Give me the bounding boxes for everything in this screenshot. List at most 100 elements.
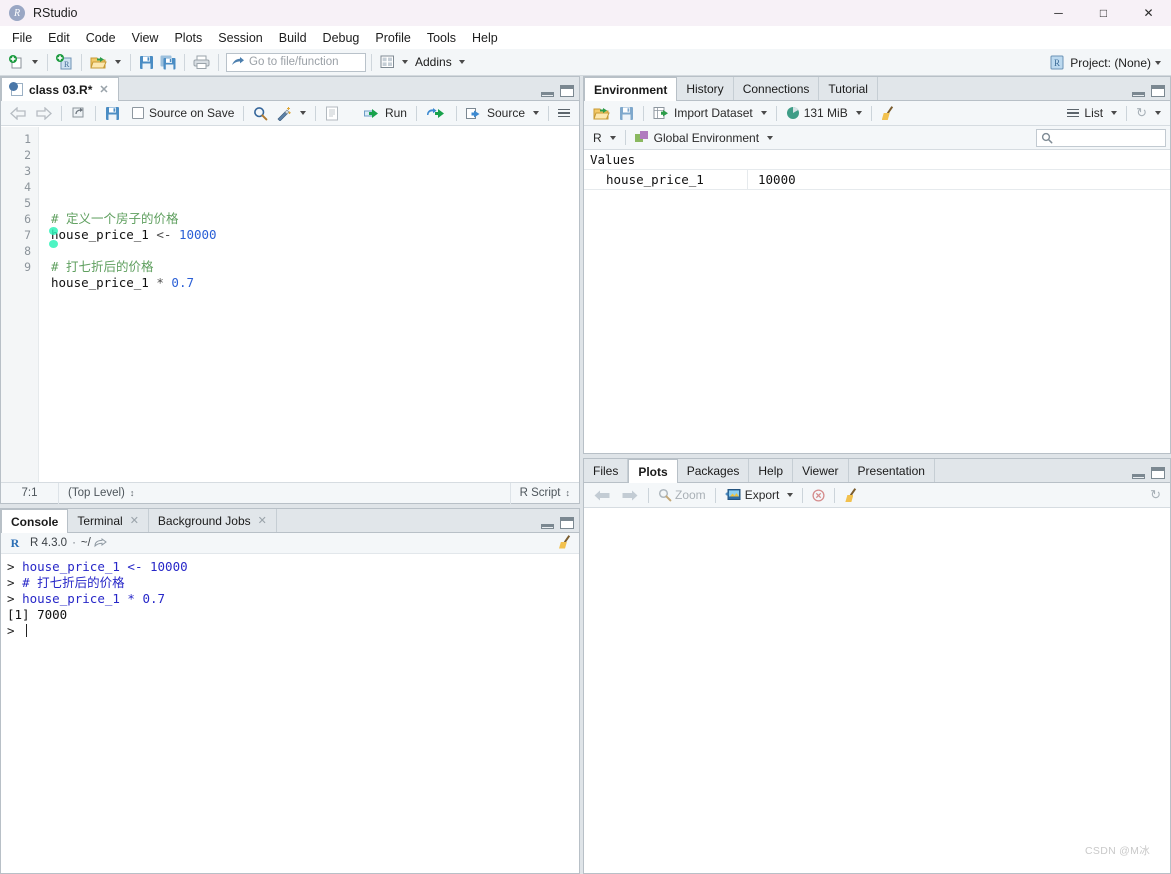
- code-tools-dropdown-caret[interactable]: [300, 111, 307, 115]
- source-back-button[interactable]: [6, 103, 31, 123]
- save-button[interactable]: [136, 52, 157, 73]
- memory-usage-button[interactable]: 131 MiB: [782, 103, 852, 123]
- new-file-dropdown-caret[interactable]: [32, 60, 38, 64]
- memory-dropdown-caret[interactable]: [855, 111, 862, 115]
- tab-viewer[interactable]: Viewer: [793, 459, 849, 482]
- console-clear-button[interactable]: [558, 535, 572, 552]
- project-selector[interactable]: R Project: (None): [1049, 49, 1165, 76]
- menu-build[interactable]: Build: [271, 28, 315, 48]
- tab-plots[interactable]: Plots: [628, 459, 678, 483]
- minimize-pane-icon[interactable]: [541, 92, 554, 97]
- source-on-save-checkbox[interactable]: Source on Save: [128, 103, 238, 123]
- source-code-text[interactable]: # 定义一个房子的价格 house_price_1 <- 10000 # 打七折后…: [39, 127, 579, 482]
- goto-file-function-input[interactable]: Go to file/function: [226, 52, 366, 72]
- load-workspace-button[interactable]: [589, 103, 615, 123]
- menu-edit[interactable]: Edit: [40, 28, 78, 48]
- scope-selector[interactable]: (Top Level) ↕: [59, 483, 143, 504]
- plots-export-button[interactable]: Export: [721, 485, 784, 505]
- addins-button[interactable]: Addins: [412, 52, 455, 73]
- tab-files[interactable]: Files: [584, 459, 629, 482]
- tab-terminal-close-icon[interactable]: ✕: [130, 514, 139, 527]
- menu-file[interactable]: File: [4, 28, 40, 48]
- plots-zoom-button[interactable]: Zoom: [654, 485, 710, 505]
- source-tab-close-icon[interactable]: ✕: [99, 83, 108, 96]
- maximize-pane-icon[interactable]: [560, 517, 574, 529]
- save-all-button[interactable]: [157, 52, 179, 73]
- panes-dropdown-caret[interactable]: [402, 60, 408, 64]
- tab-connections[interactable]: Connections: [733, 77, 820, 100]
- addins-dropdown-caret[interactable]: [458, 60, 465, 64]
- import-dataset-button[interactable]: Import Dataset: [649, 103, 757, 123]
- environment-search-input[interactable]: [1036, 128, 1166, 147]
- close-button[interactable]: ✕: [1126, 0, 1171, 26]
- tab-help[interactable]: Help: [749, 459, 794, 482]
- menu-help[interactable]: Help: [464, 28, 506, 48]
- document-outline-button[interactable]: [554, 103, 574, 123]
- environment-view-mode-button[interactable]: List: [1063, 103, 1107, 123]
- tab-console[interactable]: Console: [1, 509, 69, 533]
- open-file-dropdown-caret[interactable]: [115, 60, 121, 64]
- source-editor[interactable]: 1 2 3 4 5 6 7 8 9 # 定义一个房子的价格 house_price…: [1, 127, 579, 482]
- code-tools-button[interactable]: [272, 103, 296, 123]
- new-file-button[interactable]: [6, 52, 28, 73]
- show-in-new-window-button[interactable]: [67, 103, 90, 123]
- environment-variable-row[interactable]: house_price_1 10000: [584, 169, 1170, 190]
- global-environment-selector[interactable]: Global Environment: [631, 128, 763, 148]
- find-replace-button[interactable]: [249, 103, 272, 123]
- menu-debug[interactable]: Debug: [315, 28, 368, 48]
- source-on-save-checkbox-box[interactable]: [132, 107, 144, 119]
- refresh-dropdown-caret[interactable]: [1155, 111, 1161, 115]
- new-project-button[interactable]: R: [53, 52, 76, 73]
- maximize-pane-icon[interactable]: [1151, 467, 1165, 479]
- tab-tutorial[interactable]: Tutorial: [819, 77, 878, 100]
- print-button[interactable]: [190, 52, 213, 73]
- source-tab-class03[interactable]: class 03.R* ✕: [1, 77, 119, 101]
- run-button[interactable]: Run: [360, 103, 411, 123]
- compile-report-button[interactable]: [321, 103, 343, 123]
- console-output[interactable]: > house_price_1 <- 10000 > # 打七折后的价格 > hou…: [1, 555, 579, 873]
- project-dropdown-caret[interactable]: [1155, 60, 1161, 65]
- minimize-pane-icon[interactable]: [1132, 474, 1145, 479]
- export-dropdown-caret[interactable]: [787, 493, 794, 497]
- environment-language-selector[interactable]: R: [589, 128, 606, 148]
- tab-terminal[interactable]: Terminal ✕: [68, 509, 149, 532]
- import-dataset-dropdown-caret[interactable]: [760, 111, 767, 115]
- menu-plots[interactable]: Plots: [166, 28, 210, 48]
- clear-plots-button[interactable]: [840, 485, 862, 505]
- minimize-pane-icon[interactable]: [1132, 92, 1145, 97]
- maximize-pane-icon[interactable]: [1151, 85, 1165, 97]
- tab-packages[interactable]: Packages: [677, 459, 750, 482]
- tab-background-jobs[interactable]: Background Jobs ✕: [148, 509, 277, 532]
- tab-presentation[interactable]: Presentation: [848, 459, 935, 482]
- tab-history[interactable]: History: [677, 77, 734, 100]
- source-forward-button[interactable]: [31, 103, 56, 123]
- menu-view[interactable]: View: [124, 28, 167, 48]
- minimize-button[interactable]: ─: [1036, 0, 1081, 26]
- view-mode-dropdown-caret[interactable]: [1111, 111, 1118, 115]
- tab-background-jobs-close-icon[interactable]: ✕: [258, 514, 267, 527]
- clear-environment-button[interactable]: [877, 103, 899, 123]
- popout-icon[interactable]: [94, 537, 107, 549]
- save-workspace-button[interactable]: [615, 103, 638, 123]
- menu-profile[interactable]: Profile: [367, 28, 418, 48]
- source-run-button[interactable]: Source: [462, 103, 529, 123]
- file-type-selector[interactable]: R Script ↕: [509, 482, 579, 504]
- source-dropdown-caret[interactable]: [533, 111, 539, 115]
- language-dropdown-caret[interactable]: [609, 135, 616, 140]
- menu-code[interactable]: Code: [78, 28, 124, 48]
- workspace-panes-button[interactable]: [377, 52, 398, 73]
- plots-next-button[interactable]: [616, 485, 643, 505]
- plots-refresh-button[interactable]: ↻: [1146, 485, 1165, 505]
- maximize-button[interactable]: □: [1081, 0, 1126, 26]
- minimize-pane-icon[interactable]: [541, 524, 554, 529]
- plots-display-area[interactable]: CSDN @M冰: [584, 509, 1170, 873]
- menu-tools[interactable]: Tools: [419, 28, 464, 48]
- source-save-button[interactable]: [101, 103, 124, 123]
- maximize-pane-icon[interactable]: [560, 85, 574, 97]
- tab-environment[interactable]: Environment: [584, 77, 678, 101]
- plots-previous-button[interactable]: [589, 485, 616, 505]
- open-file-button[interactable]: [87, 52, 111, 73]
- remove-plot-button[interactable]: [808, 485, 829, 505]
- refresh-environment-button[interactable]: ↻: [1132, 103, 1151, 123]
- re-run-button[interactable]: [422, 103, 451, 123]
